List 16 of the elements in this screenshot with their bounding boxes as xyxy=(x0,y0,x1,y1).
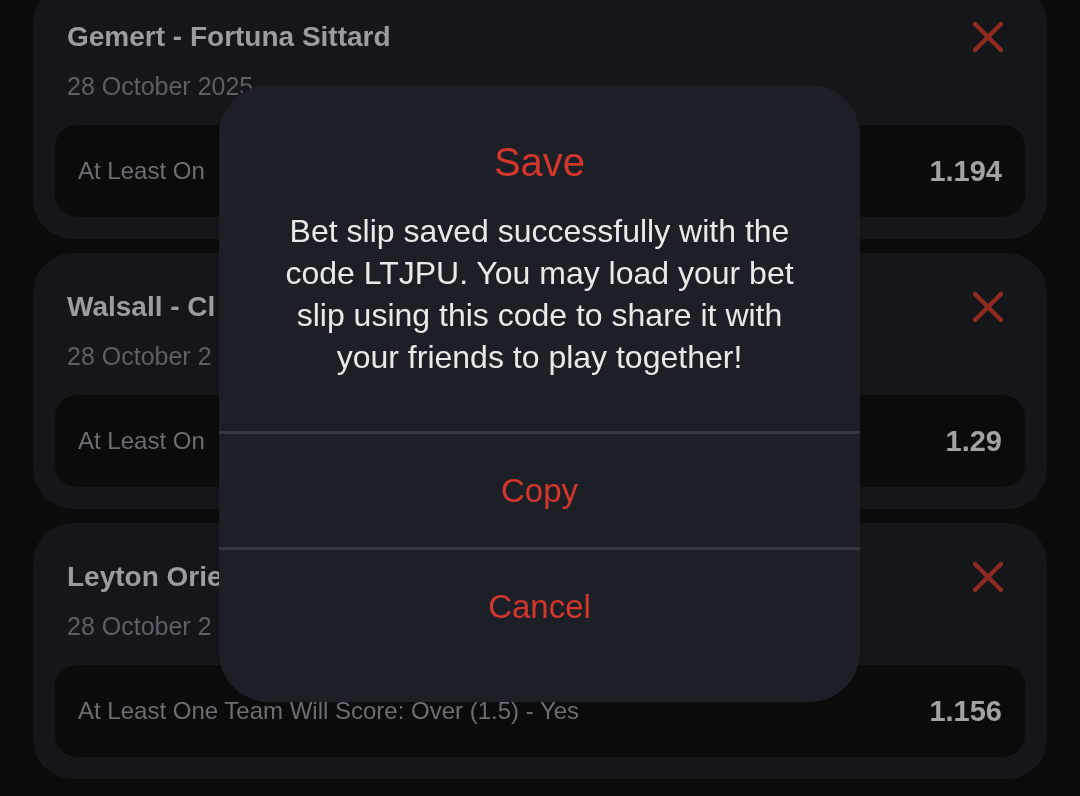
close-icon[interactable] xyxy=(971,560,1005,594)
odds-value: 1.156 xyxy=(929,694,1002,728)
dialog-button[interactable]: Copy xyxy=(219,434,860,547)
dialog-title: Save xyxy=(493,139,586,185)
match-title: Gemert - Fortuna Sittard xyxy=(67,21,391,53)
dialog-message: Bet slip saved successfully with the code LTJPU. You may load your bet slip using this code to share it with your friends to play together! xyxy=(284,212,795,377)
match-date: 28 October 2 xyxy=(67,611,212,642)
odds-value: 1.29 xyxy=(945,424,1002,458)
selection-text: At Least One Team Will Score: Over (1.5) - Yes xyxy=(78,697,580,725)
match-date: 28 October 2 xyxy=(67,341,212,372)
close-icon[interactable] xyxy=(971,290,1005,324)
selection-text: At Least On xyxy=(78,157,205,185)
selection-text: At Least On xyxy=(78,427,205,455)
match-title: Walsall - Cl xyxy=(67,291,216,323)
odds-value: 1.194 xyxy=(929,154,1002,188)
close-icon[interactable] xyxy=(971,20,1005,54)
